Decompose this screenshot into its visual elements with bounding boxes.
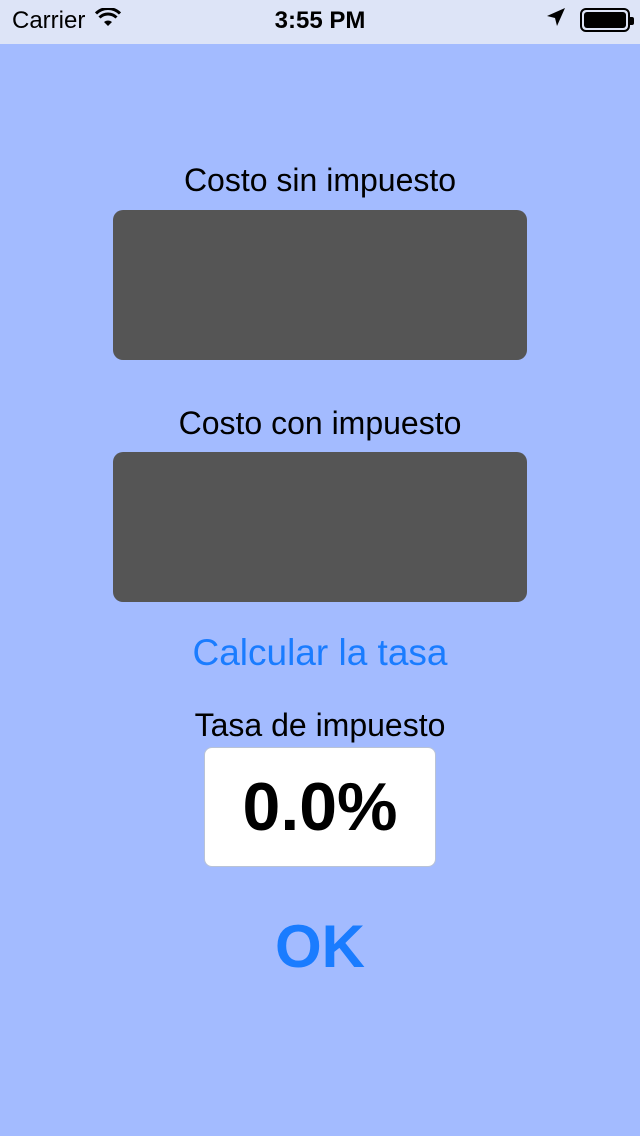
battery-icon — [580, 8, 634, 32]
status-time: 3:55 PM — [274, 7, 366, 34]
status-right — [546, 6, 634, 34]
cost-with-tax-input[interactable] — [113, 452, 527, 602]
app-screen: Carrier 3:55 PM Costo sin impuesto Costo… — [0, 0, 640, 1136]
calculate-rate-button[interactable]: Calcular la tasa — [0, 632, 640, 674]
status-bar: Carrier 3:55 PM — [0, 0, 640, 44]
cost-with-tax-label: Costo con impuesto — [178, 405, 462, 441]
tax-rate-label: Tasa de impuesto — [194, 707, 446, 743]
tax-rate-display: 0.0% — [204, 747, 436, 867]
ok-button[interactable]: OK — [0, 912, 640, 981]
cost-without-tax-input[interactable] — [113, 210, 527, 360]
location-arrow-icon — [546, 6, 566, 34]
cost-without-tax-label: Costo sin impuesto — [183, 162, 457, 198]
